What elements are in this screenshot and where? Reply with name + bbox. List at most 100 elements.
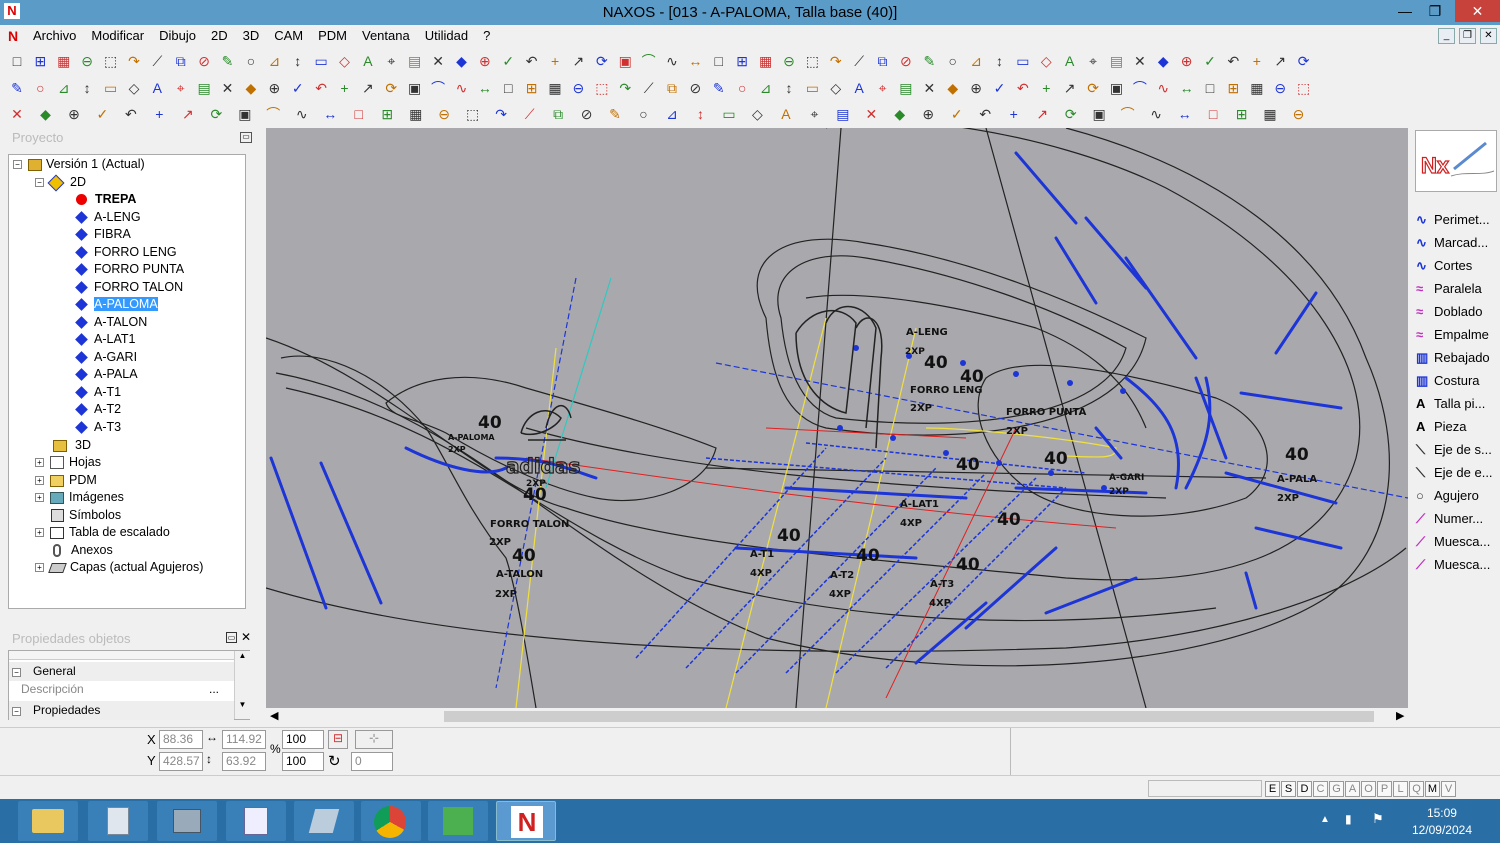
toolbar-tool-icon[interactable]: ⬚ <box>102 52 120 70</box>
toolbar-tool-icon[interactable]: ⊕ <box>1178 52 1196 70</box>
toolbar-tool-icon[interactable]: A <box>148 79 166 97</box>
tree-item-fibra[interactable]: FIBRA <box>75 226 131 243</box>
toolbar-tool-icon[interactable]: ↗ <box>179 105 197 123</box>
toolbar-tool-icon[interactable]: ↶ <box>523 52 541 70</box>
toolbar-tool-icon[interactable]: ▦ <box>546 79 564 97</box>
toolbar-tool-icon[interactable]: A <box>777 105 795 123</box>
tool-marcado[interactable]: ∿ Marcad... <box>1416 233 1488 253</box>
tool-talla-pieza[interactable]: A Talla pi... <box>1416 394 1485 414</box>
props-group-general[interactable]: − General <box>9 662 234 681</box>
toolbar-tool-icon[interactable]: ◆ <box>1154 52 1172 70</box>
status-key-e[interactable]: E <box>1265 781 1280 797</box>
menu-utilidad[interactable]: Utilidad <box>425 28 468 43</box>
taskbar-naxos[interactable]: N <box>496 801 556 841</box>
toolbar-tool-icon[interactable]: ✕ <box>8 105 26 123</box>
snap-button[interactable]: ⊹ <box>355 730 393 749</box>
tool-pieza[interactable]: A Pieza <box>1416 417 1467 437</box>
toolbar-tool-icon[interactable]: ↶ <box>122 105 140 123</box>
toolbar-tool-icon[interactable]: ⌒ <box>1119 105 1137 123</box>
tree-item-forro-leng[interactable]: FORRO LENG <box>75 244 177 261</box>
angle-field[interactable]: 0 <box>351 752 393 771</box>
tree-node-hojas[interactable]: + Hojas <box>35 454 101 471</box>
toolbar-tool-icon[interactable]: ▣ <box>1090 105 1108 123</box>
toolbar-tool-icon[interactable]: ▭ <box>102 79 120 97</box>
properties-grid[interactable]: − General Descripción ... − Propiedades ▲ ▼ <box>8 650 250 720</box>
tree-item-a-t2[interactable]: A-T2 <box>75 401 121 418</box>
pattern-drawing[interactable]: adidas 40 A-PALOMA 2XP 40 2XP FORRO TALO… <box>266 128 1408 708</box>
props-close-icon[interactable]: ✕ <box>241 630 251 644</box>
scroll-right-icon[interactable]: ▶ <box>1396 709 1404 722</box>
tree-item-a-leng[interactable]: A-LENG <box>75 209 141 226</box>
menu-archivo[interactable]: Archivo <box>33 28 76 43</box>
toolbar-tool-icon[interactable]: ↕ <box>691 105 709 123</box>
toolbar-tool-icon[interactable]: ○ <box>635 105 653 123</box>
toolbar-tool-icon[interactable]: ∿ <box>293 105 311 123</box>
toolbar-tool-icon[interactable]: ⊖ <box>780 52 798 70</box>
tree-node-capas[interactable]: + Capas (actual Agujeros) <box>35 559 203 576</box>
tree-item-a-paloma[interactable]: A-PALOMA <box>75 296 158 313</box>
toolbar-tool-icon[interactable]: ◇ <box>1037 52 1055 70</box>
taskbar-app3[interactable] <box>157 801 217 841</box>
toolbar-tool-icon[interactable]: ▭ <box>803 79 821 97</box>
taskbar-chrome[interactable] <box>361 801 421 841</box>
toolbar-tool-icon[interactable]: ↶ <box>312 79 330 97</box>
collapse-icon[interactable]: − <box>12 707 21 717</box>
menu-ventana[interactable]: Ventana <box>362 28 410 43</box>
menu-3d[interactable]: 3D <box>243 28 260 43</box>
toolbar-tool-icon[interactable]: ◆ <box>452 52 470 70</box>
tree-node-pdm[interactable]: + PDM <box>35 472 97 489</box>
toolbar-tool-icon[interactable]: ⌒ <box>1131 79 1149 97</box>
mdi-minimize-button[interactable]: _ <box>1438 28 1455 44</box>
scale-y-field[interactable]: 100 <box>282 752 324 771</box>
tool-rebajado[interactable]: ▥ Rebajado <box>1416 348 1490 368</box>
toolbar-tool-icon[interactable]: ⧉ <box>172 52 190 70</box>
taskbar-calculator[interactable] <box>88 801 148 841</box>
toolbar-tool-icon[interactable]: ⊖ <box>78 52 96 70</box>
close-button[interactable]: ✕ <box>1455 0 1500 22</box>
toolbar-tool-icon[interactable]: + <box>1005 105 1023 123</box>
tree-item-forro-punta[interactable]: FORRO PUNTA <box>75 261 184 278</box>
menu-2d[interactable]: 2D <box>211 28 228 43</box>
toolbar-tool-icon[interactable]: ↕ <box>991 52 1009 70</box>
toolbar-tool-icon[interactable]: A <box>359 52 377 70</box>
toolbar-tool-icon[interactable]: ⊘ <box>578 105 596 123</box>
toolbar-tool-icon[interactable]: ⊕ <box>476 52 494 70</box>
toolbar-tool-icon[interactable]: ◆ <box>891 105 909 123</box>
toolbar-tool-icon[interactable]: ▦ <box>407 105 425 123</box>
toolbar-tool-icon[interactable]: ▣ <box>1107 79 1125 97</box>
toolbar-tool-icon[interactable]: ∿ <box>663 52 681 70</box>
toolbar-tool-icon[interactable]: ⊕ <box>967 79 985 97</box>
toolbar-tool-icon[interactable]: ↷ <box>827 52 845 70</box>
toolbar-tool-icon[interactable]: ⬚ <box>1295 79 1313 97</box>
tool-perimetro[interactable]: ∿ Perimet... <box>1416 210 1490 230</box>
toolbar-tool-icon[interactable]: ↶ <box>976 105 994 123</box>
props-descripcion-button[interactable]: ... <box>209 682 219 696</box>
toolbar-tool-icon[interactable]: ✓ <box>289 79 307 97</box>
tree-node-imagenes[interactable]: + Imágenes <box>35 489 124 506</box>
menu-pdm[interactable]: PDM <box>318 28 347 43</box>
tree-item-forro-talon[interactable]: FORRO TALON <box>75 279 183 296</box>
taskbar-app4[interactable] <box>226 801 286 841</box>
toolbar-tool-icon[interactable]: ▦ <box>1261 105 1279 123</box>
toolbar-tool-icon[interactable]: ⊿ <box>55 79 73 97</box>
mdi-close-button[interactable]: ✕ <box>1480 28 1497 44</box>
width-field[interactable]: 114.92 <box>222 730 266 749</box>
status-key-c[interactable]: C <box>1313 781 1328 797</box>
toolbar-tool-icon[interactable]: □ <box>710 52 728 70</box>
menu-help[interactable]: ? <box>483 28 490 43</box>
toolbar-tool-icon[interactable]: ∿ <box>452 79 470 97</box>
toolbar-tool-icon[interactable]: ⊖ <box>1290 105 1308 123</box>
status-key-l[interactable]: L <box>1393 781 1408 797</box>
toolbar-tool-icon[interactable]: ⧉ <box>874 52 892 70</box>
expand-icon[interactable]: + <box>35 458 44 468</box>
toolbar-tool-icon[interactable]: ↷ <box>125 52 143 70</box>
toolbar-tool-icon[interactable]: ▤ <box>1107 52 1125 70</box>
toolbar-tool-icon[interactable]: ✎ <box>710 79 728 97</box>
toolbar-tool-icon[interactable]: + <box>1037 79 1055 97</box>
tree-item-a-t1[interactable]: A-T1 <box>75 384 121 401</box>
tool-paralela[interactable]: ≈ Paralela <box>1416 279 1482 299</box>
toolbar-tool-icon[interactable]: ▤ <box>897 79 915 97</box>
tool-muesca-1[interactable]: ⟋ Muesca... <box>1416 532 1490 552</box>
toolbar-tool-icon[interactable]: ⌖ <box>1084 52 1102 70</box>
toolbar-tool-icon[interactable]: + <box>546 52 564 70</box>
